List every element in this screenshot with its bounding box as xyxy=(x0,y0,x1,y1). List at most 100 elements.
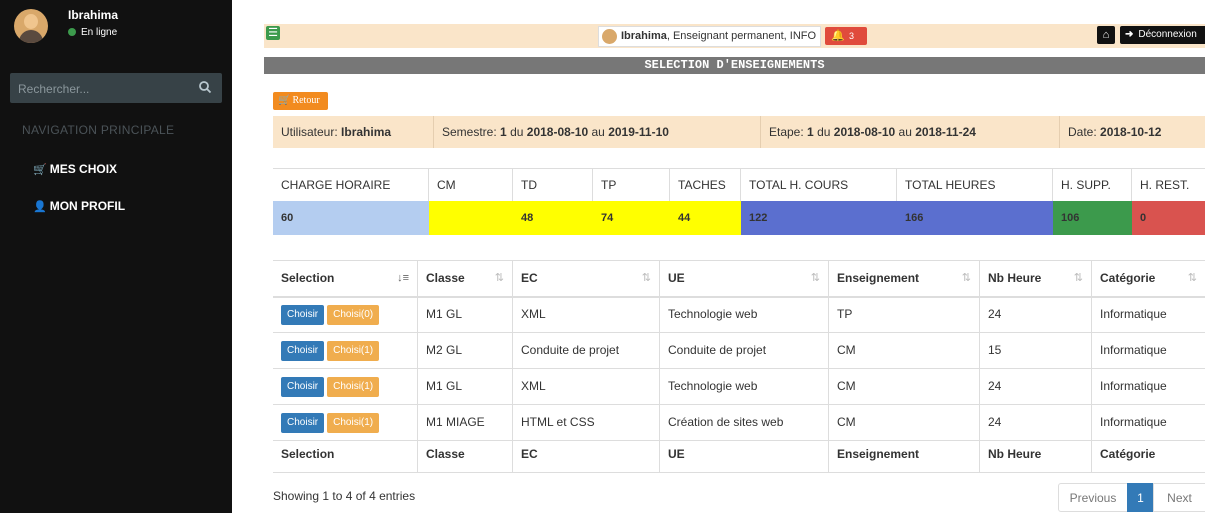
categorie-cell: Informatique xyxy=(1100,415,1167,429)
choisi-button[interactable]: Choisi(1) xyxy=(327,376,380,397)
ec-cell: Conduite de projet xyxy=(513,333,660,368)
sidebar-item-mon-profil[interactable]: 👤 MON PROFIL xyxy=(33,199,125,213)
enseignement-cell: TP xyxy=(829,297,980,332)
enseignement-cell: CM xyxy=(829,333,980,368)
user-icon: 👤 xyxy=(33,201,47,213)
charge-header: H. SUPP. xyxy=(1053,169,1132,201)
search-icon[interactable] xyxy=(198,80,214,96)
ec-cell: XML xyxy=(513,297,660,332)
choisi-button[interactable]: Choisi(1) xyxy=(327,412,380,433)
online-status-label: En ligne xyxy=(81,27,118,38)
charge-header: TD xyxy=(513,169,593,201)
ue-cell: Technologie web xyxy=(660,297,829,332)
column-header-selection[interactable]: Selection ↓≡ xyxy=(273,261,418,296)
footer-label: EC xyxy=(513,437,660,472)
logout-button[interactable]: ➜ Déconnexion xyxy=(1120,26,1205,44)
entries-info: Showing 1 to 4 of 4 entries xyxy=(273,489,416,503)
sort-icon: ⇅ xyxy=(810,272,820,284)
sidebar-item-mes-choix[interactable]: 🛒 MES CHOIX xyxy=(33,162,117,176)
choisi-button[interactable]: Choisi(1) xyxy=(327,340,380,361)
retour-label: Retour xyxy=(292,95,320,106)
charge-header: H. REST. xyxy=(1140,178,1190,192)
nb-heure-cell: 24 xyxy=(980,405,1092,440)
column-header-enseignement[interactable]: Enseignement ⇅ xyxy=(829,261,980,296)
charge-value: 74 xyxy=(593,201,670,235)
choisir-button[interactable]: Choisir xyxy=(281,376,325,397)
column-header-label: EC xyxy=(521,271,538,285)
charge-header: CHARGE HORAIRE xyxy=(273,169,429,201)
sort-icon: ⇅ xyxy=(961,272,971,284)
selection-cell: Choisir Choisi(1) xyxy=(273,333,418,368)
column-header-classe[interactable]: Classe ⇅ xyxy=(418,261,513,296)
avatar xyxy=(602,29,617,44)
charge-value: 44 xyxy=(670,201,741,235)
sidebar-user-name: Ibrahima xyxy=(68,8,119,22)
enseignement-cell: CM xyxy=(829,369,980,404)
charge-header-row: CHARGE HORAIRE CM TD TP TACHES TOTAL H. … xyxy=(273,168,1205,202)
sort-icon: ⇅ xyxy=(1073,272,1083,284)
previous-page-button[interactable]: Previous xyxy=(1058,483,1128,512)
column-header-label: Nb Heure xyxy=(988,271,1042,285)
menu-toggle-icon[interactable]: ☰ xyxy=(266,26,280,40)
column-header-categorie[interactable]: Catégorie ⇅ xyxy=(1092,261,1205,296)
charge-value: 48 xyxy=(513,201,593,235)
table-footer-row: Selection Classe EC UE Enseignement Nb H… xyxy=(273,437,1205,473)
categorie-cell: Informatique xyxy=(1100,343,1167,357)
ue-cell: Technologie web xyxy=(660,369,829,404)
info-user: Utilisateur: Ibrahima xyxy=(273,116,434,148)
sidebar-item-label: MES CHOIX xyxy=(49,162,118,176)
charge-value: 166 xyxy=(897,201,1053,235)
cart-icon: 🛒 xyxy=(33,164,47,176)
selection-cell: Choisir Choisi(0) xyxy=(273,297,418,332)
info-bar: Utilisateur: Ibrahima Semestre: 1 du 201… xyxy=(273,116,1205,148)
charge-header: TOTAL H. COURS xyxy=(741,169,897,201)
cart-icon: 🛒 xyxy=(278,95,291,106)
notifications-button[interactable]: 🔔 3 xyxy=(825,27,867,45)
ue-cell: Création de sites web xyxy=(660,405,829,440)
home-icon[interactable]: ⌂ xyxy=(1097,26,1115,44)
retour-button[interactable]: 🛒 Retour xyxy=(273,92,328,110)
footer-label: Enseignement xyxy=(829,437,980,472)
search-input[interactable] xyxy=(10,73,190,105)
info-date-label: Date: xyxy=(1068,125,1097,139)
sort-asc-icon: ↓≡ xyxy=(397,272,409,284)
table-row: Choisir Choisi(0) M1 GL XML Technologie w… xyxy=(273,297,1205,333)
charge-header: CM xyxy=(429,169,513,201)
classe-cell: M2 GL xyxy=(418,333,513,368)
selection-cell: Choisir Choisi(1) xyxy=(273,405,418,440)
charge-header: TP xyxy=(593,169,670,201)
top-navbar: ☰ Ibrahima, Enseignant permanent, INFO 🔔… xyxy=(264,24,1205,48)
page-title: SELECTION D'ENSEIGNEMENTS xyxy=(264,57,1205,74)
column-header-nb-heure[interactable]: Nb Heure ⇅ xyxy=(980,261,1092,296)
info-semestre-end: 2019-11-10 xyxy=(608,125,669,139)
info-word: du xyxy=(817,125,831,139)
info-etape-end: 2018-11-24 xyxy=(915,125,976,139)
info-semestre-start: 2018-08-10 xyxy=(526,125,589,139)
top-user-name: Ibrahima xyxy=(621,30,667,42)
charge-value xyxy=(429,201,513,235)
info-etape-num: 1 xyxy=(807,125,814,139)
enseignement-cell: CM xyxy=(829,405,980,440)
next-page-button[interactable]: Next xyxy=(1153,483,1205,512)
column-header-label: Enseignement xyxy=(837,271,920,285)
charge-value: 60 xyxy=(273,201,429,235)
column-header-ue[interactable]: UE ⇅ xyxy=(660,261,829,296)
choisir-button[interactable]: Choisir xyxy=(281,304,325,325)
table-row: Choisir Choisi(1) M1 MIAGE HTML et CSS Cr… xyxy=(273,405,1205,441)
column-header-ec[interactable]: EC ⇅ xyxy=(513,261,660,296)
choisir-button[interactable]: Choisir xyxy=(281,340,325,361)
sort-icon: ⇅ xyxy=(494,272,504,284)
categorie-cell: Informatique xyxy=(1100,307,1167,321)
nb-heure-cell: 24 xyxy=(980,369,1092,404)
sidebar-item-label: MON PROFIL xyxy=(49,199,126,213)
page-1-button[interactable]: 1 xyxy=(1127,483,1154,512)
info-etape-start: 2018-08-10 xyxy=(833,125,896,139)
choisir-button[interactable]: Choisir xyxy=(281,412,325,433)
footer-label: Selection xyxy=(273,437,418,472)
info-word: du xyxy=(510,125,524,139)
user-panel: Ibrahima En ligne xyxy=(0,0,232,50)
notification-count: 3 xyxy=(849,31,855,41)
info-user-label: Utilisateur: xyxy=(281,125,338,139)
top-user-info[interactable]: Ibrahima, Enseignant permanent, INFO xyxy=(598,26,822,47)
choisi-button[interactable]: Choisi(0) xyxy=(327,304,380,325)
